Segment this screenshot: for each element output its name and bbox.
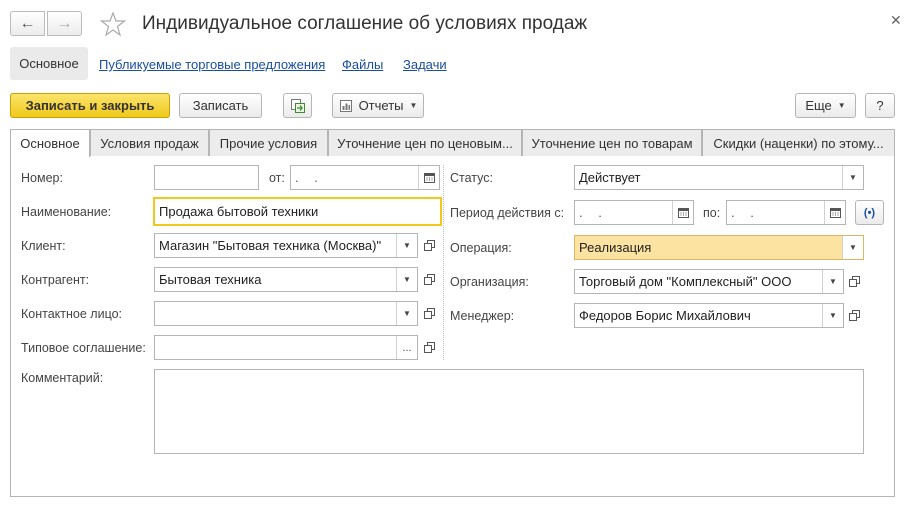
chevron-down-icon[interactable]: ▼ (396, 234, 417, 257)
arrow-right-icon: → (56, 14, 73, 32)
period-label: Период действия с: (450, 206, 565, 220)
name-input[interactable]: Продажа бытовой техники (153, 197, 442, 226)
operation-select[interactable]: Реализация ▼ (574, 235, 864, 260)
window-title: Индивидуальное соглашение об условиях пр… (142, 13, 588, 34)
manager-label: Менеджер: (450, 309, 515, 323)
ellipsis-icon[interactable]: ... (396, 336, 417, 359)
period-range-icon: (•) (863, 206, 876, 219)
comment-textarea[interactable] (154, 369, 864, 454)
section-nav-tasks[interactable]: Задачи (403, 57, 447, 72)
chevron-down-icon[interactable]: ▼ (842, 236, 863, 259)
tab-product-price-adjustments[interactable]: Уточнение цен по товарам (522, 129, 702, 156)
comment-label: Комментарий: (21, 371, 104, 385)
open-counterparty-button[interactable] (419, 268, 440, 291)
organization-select[interactable]: Торговый дом "Комплексный" ООО ▼ (574, 269, 844, 294)
chevron-down-icon[interactable]: ▼ (822, 270, 843, 293)
open-icon (849, 310, 860, 321)
calendar-icon[interactable] (824, 201, 845, 224)
date-input[interactable]: . . (290, 165, 440, 190)
client-select[interactable]: Магазин "Бытовая техника (Москва)" ▼ (154, 233, 418, 258)
calendar-icon[interactable] (672, 201, 693, 224)
date-from-label: от: (269, 171, 285, 185)
more-button[interactable]: Еще ▼ (795, 93, 856, 118)
calendar-icon[interactable] (418, 166, 439, 189)
period-to-input[interactable]: . . (726, 200, 846, 225)
create-based-on-icon (290, 98, 305, 113)
period-to-label: по: (703, 206, 721, 220)
tab-price-type-adjustments[interactable]: Уточнение цен по ценовым... (328, 129, 522, 156)
reports-label: Отчеты (358, 98, 404, 113)
template-select[interactable]: ... (154, 335, 418, 360)
arrow-left-icon: ← (19, 14, 36, 32)
tab-discounts[interactable]: Скидки (наценки) по этому... (702, 129, 895, 156)
open-icon (424, 240, 435, 251)
number-input[interactable] (154, 165, 259, 190)
manager-select[interactable]: Федоров Борис Михайлович ▼ (574, 303, 844, 328)
create-based-on-button[interactable] (283, 93, 312, 118)
chevron-down-icon: ▼ (409, 101, 418, 110)
chevron-down-icon[interactable]: ▼ (842, 166, 863, 189)
save-and-close-button[interactable]: Записать и закрыть (10, 93, 170, 118)
period-from-input[interactable]: . . (574, 200, 694, 225)
name-label: Наименование: (21, 205, 112, 219)
section-nav-files[interactable]: Файлы (342, 57, 383, 72)
template-label: Типовое соглашение: (21, 341, 146, 355)
contact-label: Контактное лицо: (21, 307, 123, 321)
counterparty-label: Контрагент: (21, 273, 90, 287)
column-separator (443, 165, 444, 360)
section-nav-main[interactable]: Основное (10, 47, 88, 80)
section-nav-offers[interactable]: Публикуемые торговые предложения (99, 57, 325, 72)
client-label: Клиент: (21, 239, 66, 253)
open-icon (424, 308, 435, 319)
chevron-down-icon[interactable]: ▼ (822, 304, 843, 327)
open-organization-button[interactable] (844, 270, 865, 293)
open-contact-button[interactable] (419, 302, 440, 325)
reports-icon (339, 99, 352, 112)
status-label: Статус: (450, 171, 493, 185)
reports-button[interactable]: Отчеты ▼ (332, 93, 424, 118)
open-template-button[interactable] (419, 336, 440, 359)
chevron-down-icon: ▼ (837, 101, 846, 110)
forward-button[interactable]: → (47, 11, 82, 36)
tab-other-conditions[interactable]: Прочие условия (209, 129, 328, 156)
open-icon (849, 276, 860, 287)
number-label: Номер: (21, 171, 63, 185)
organization-label: Организация: (450, 275, 529, 289)
open-client-button[interactable] (419, 234, 440, 257)
operation-label: Операция: (450, 241, 512, 255)
open-manager-button[interactable] (844, 304, 865, 327)
chevron-down-icon[interactable]: ▼ (396, 268, 417, 291)
tab-sales-conditions[interactable]: Условия продаж (90, 129, 209, 156)
more-label: Еще (805, 98, 832, 113)
status-select[interactable]: Действует ▼ (574, 165, 864, 190)
period-picker-button[interactable]: (•) (855, 200, 884, 225)
tab-main[interactable]: Основное (10, 129, 90, 157)
favorite-star-icon[interactable] (99, 11, 127, 37)
open-icon (424, 274, 435, 285)
counterparty-select[interactable]: Бытовая техника ▼ (154, 267, 418, 292)
close-icon[interactable]: ✕ (890, 12, 902, 29)
chevron-down-icon[interactable]: ▼ (396, 302, 417, 325)
save-button[interactable]: Записать (179, 93, 262, 118)
contact-select[interactable]: ▼ (154, 301, 418, 326)
open-icon (424, 342, 435, 353)
back-button[interactable]: ← (10, 11, 45, 36)
help-button[interactable]: ? (865, 93, 895, 118)
